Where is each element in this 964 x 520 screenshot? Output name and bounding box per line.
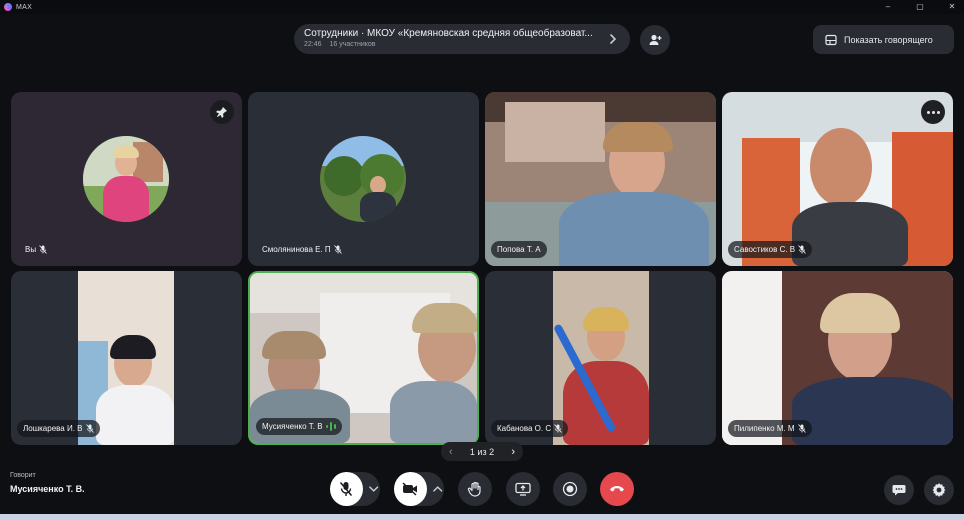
mic-toggle-button[interactable]: [330, 472, 363, 506]
chat-subtitle: 22:46 16 участников: [304, 41, 620, 48]
avatar: [320, 136, 406, 222]
participant-video: [485, 92, 716, 266]
participant-name: Смолянинова Е. П: [262, 245, 331, 254]
participant-name-tag: Смолянинова Е. П: [256, 241, 348, 258]
minimize-button[interactable]: –: [882, 0, 894, 14]
chat-title: Сотрудники · МКОУ «Кремяновская средняя …: [304, 28, 593, 39]
settings-button[interactable]: [924, 475, 954, 505]
mic-control-group: [330, 472, 380, 506]
app-name: MAX: [16, 3, 33, 11]
mic-off-icon: [797, 424, 806, 433]
participant-tile-pilipenko[interactable]: Пилипенко М. М: [722, 271, 953, 445]
participant-name-tag: Мусияченко Т. В: [256, 418, 342, 435]
share-screen-button[interactable]: [506, 472, 540, 506]
call-time: 22:46: [304, 41, 322, 48]
participant-name: Попова Т. А: [497, 245, 541, 254]
participant-video: [78, 271, 174, 445]
show-speaker-label: Показать говорящего: [844, 34, 933, 45]
record-icon: [562, 481, 578, 497]
participant-tile-musiyachenko[interactable]: Мусияченко Т. В: [248, 271, 479, 445]
add-user-icon: [649, 34, 662, 45]
participant-name-tag: Савостиков С. В: [728, 241, 813, 258]
participant-tile-smolyaninova[interactable]: Смолянинова Е. П: [248, 92, 479, 266]
participant-name: Кабанова О. С: [497, 424, 552, 433]
camera-toggle-button[interactable]: [394, 472, 427, 506]
avatar: [83, 136, 169, 222]
participant-name-tag: Лошкарева И. В: [17, 420, 100, 437]
maximize-button[interactable]: ▢: [914, 0, 926, 14]
hand-icon: [467, 481, 481, 497]
participant-name-tag: Пилипенко М. М: [728, 420, 812, 437]
mic-off-icon: [39, 245, 47, 254]
participant-tile-loshkareva[interactable]: Лошкарева И. В: [11, 271, 242, 445]
chat-button[interactable]: [884, 475, 914, 505]
participant-name-tag: Вы: [19, 241, 53, 258]
close-button[interactable]: ✕: [946, 0, 958, 14]
add-user-button[interactable]: [640, 25, 670, 55]
record-button[interactable]: [553, 472, 587, 506]
camera-off-icon: [402, 482, 418, 496]
participant-tile-kabanova[interactable]: Кабанова О. С: [485, 271, 716, 445]
next-page-button[interactable]: ›: [511, 446, 515, 458]
participant-name-tag: Кабанова О. С: [491, 420, 569, 437]
participant-video: [722, 271, 953, 445]
participant-name: Вы: [25, 245, 37, 254]
prev-page-button[interactable]: ‹: [449, 446, 453, 458]
window-titlebar: MAX – ▢ ✕: [0, 0, 964, 14]
mic-off-icon: [85, 424, 94, 433]
participant-name: Лошкарева И. В: [23, 424, 83, 433]
mic-options-chevron-down-icon[interactable]: [367, 482, 380, 496]
taskbar-strip: [0, 514, 964, 520]
speaking-label: Говорит: [10, 472, 36, 479]
participant-tile-savostikov[interactable]: Савостиков С. В: [722, 92, 953, 266]
camera-control-group: [394, 472, 444, 506]
app-logo-icon: [4, 3, 12, 11]
page-indicator: 1 из 2: [469, 446, 495, 457]
chat-info-pill[interactable]: Сотрудники · МКОУ «Кремяновская средняя …: [294, 24, 630, 54]
raise-hand-button[interactable]: [458, 472, 492, 506]
show-speaker-button[interactable]: Показать говорящего: [813, 25, 954, 54]
participants-count: 16 участников: [329, 41, 376, 48]
participant-name: Пилипенко М. М: [734, 424, 795, 433]
participant-name: Савостиков С. В: [734, 245, 796, 254]
chat-bubble-icon: [892, 485, 906, 496]
window-controls: – ▢ ✕: [882, 0, 958, 14]
mic-off-icon: [554, 424, 562, 433]
page-switcher: ‹ 1 из 2 ›: [441, 442, 523, 461]
mic-off-icon: [798, 245, 806, 254]
end-call-button[interactable]: [600, 472, 634, 506]
participant-name-tag: Попова Т. А: [491, 241, 547, 258]
participant-video: [722, 92, 953, 266]
more-options-button[interactable]: [921, 100, 945, 124]
speaking-indicator-icon: [325, 422, 336, 431]
current-speaker: Говорит Мусияченко Т. В.: [10, 472, 85, 494]
participant-tile-popova[interactable]: Попова Т. А: [485, 92, 716, 266]
speaking-name: Мусияченко Т. В.: [10, 484, 85, 494]
participant-name: Мусияченко Т. В: [262, 422, 323, 431]
pin-icon: [216, 107, 227, 118]
pin-button[interactable]: [210, 100, 234, 124]
chevron-right-icon: [610, 34, 617, 44]
layout-icon: [825, 34, 837, 45]
hang-up-icon: [610, 486, 624, 492]
mic-off-icon: [340, 482, 353, 496]
participant-video: [553, 271, 649, 445]
screen-share-icon: [515, 482, 531, 496]
participant-tile-you[interactable]: Вы: [11, 92, 242, 266]
gear-icon: [932, 483, 946, 497]
mic-off-icon: [333, 245, 342, 254]
camera-options-chevron-up-icon[interactable]: [431, 482, 444, 496]
